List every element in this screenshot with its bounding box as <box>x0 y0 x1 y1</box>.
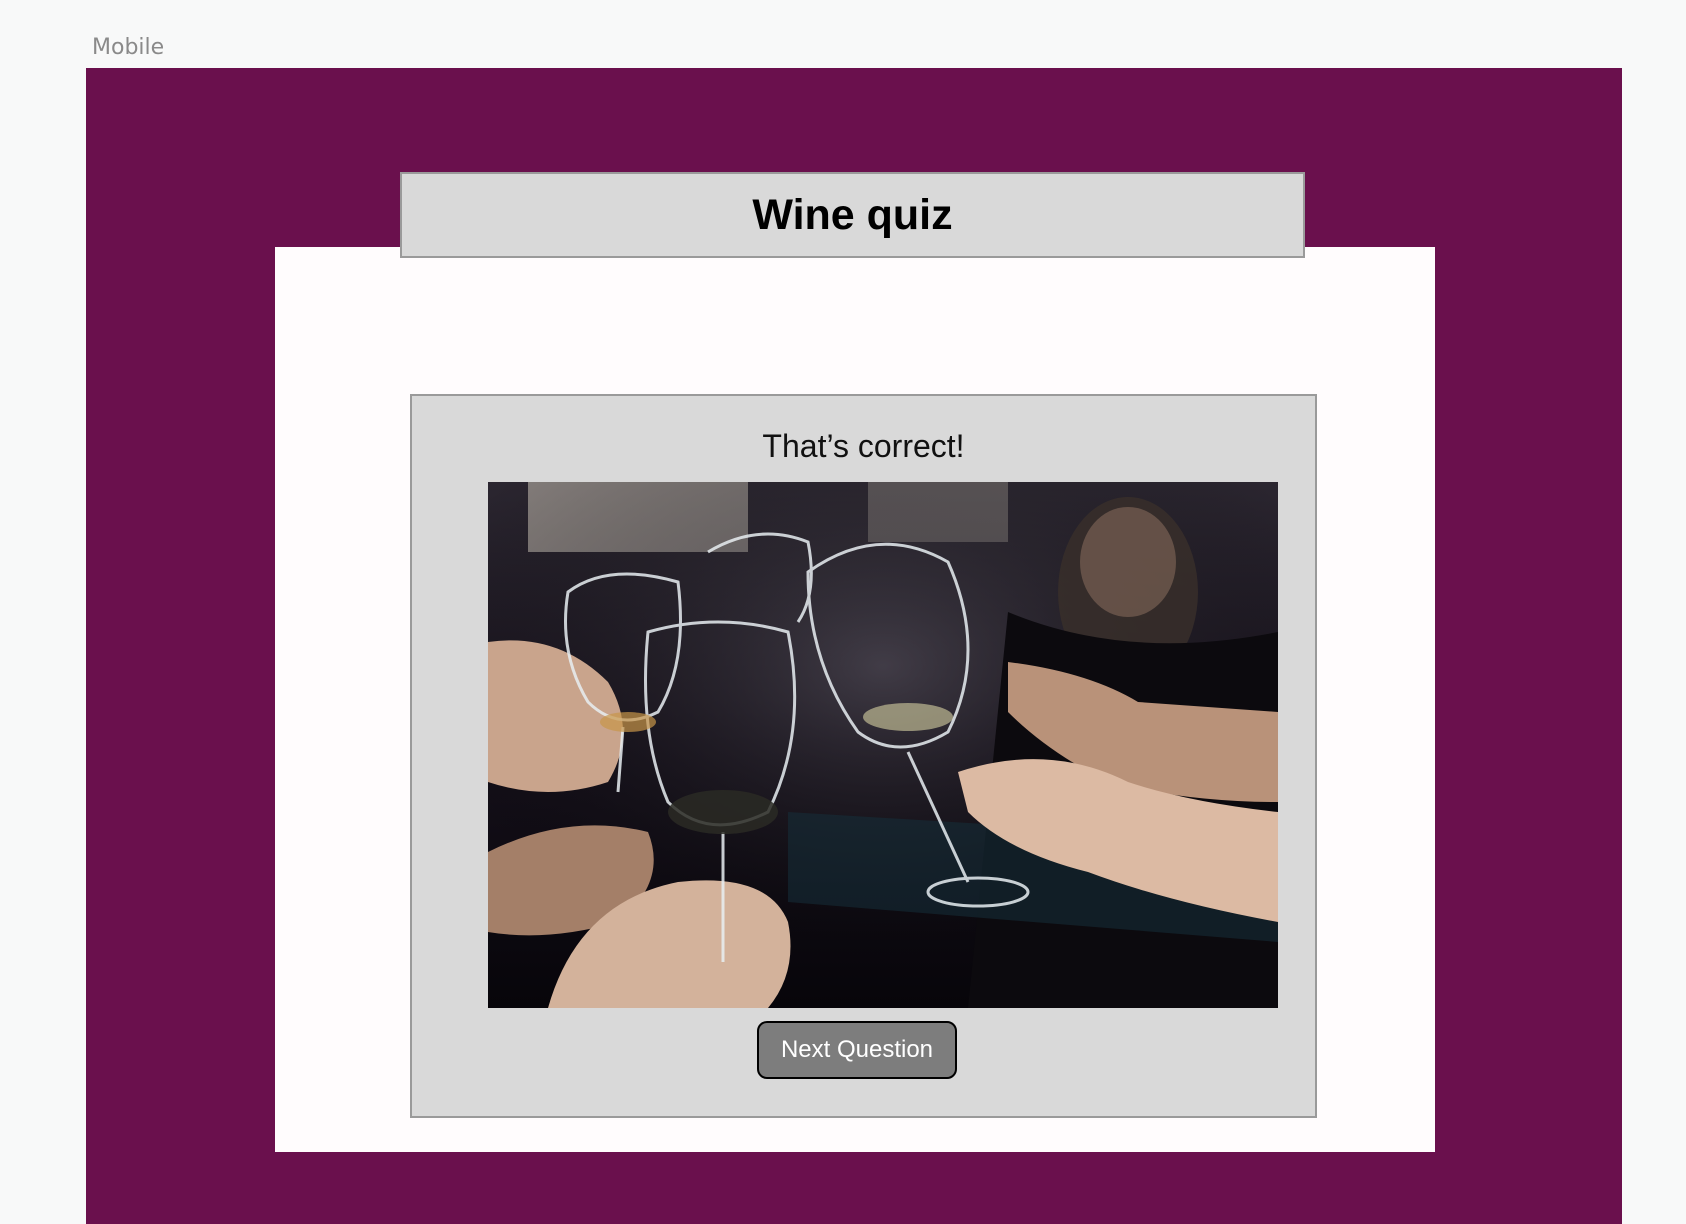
result-panel: That’s correct! Next Question <box>410 394 1317 1118</box>
result-message: That’s correct! <box>762 428 965 464</box>
artboard-label: Mobile <box>92 35 165 60</box>
page-title: Wine quiz <box>752 190 953 239</box>
next-question-button[interactable]: Next Question <box>757 1021 957 1079</box>
wine-toast-image <box>488 482 1278 1008</box>
title-bar: Wine quiz <box>400 172 1305 258</box>
mobile-artboard: That’s correct! Next Question Wine quiz <box>86 68 1622 1224</box>
wine-toast-illustration <box>488 482 1278 1008</box>
quiz-card: That’s correct! Next Question <box>275 247 1435 1152</box>
